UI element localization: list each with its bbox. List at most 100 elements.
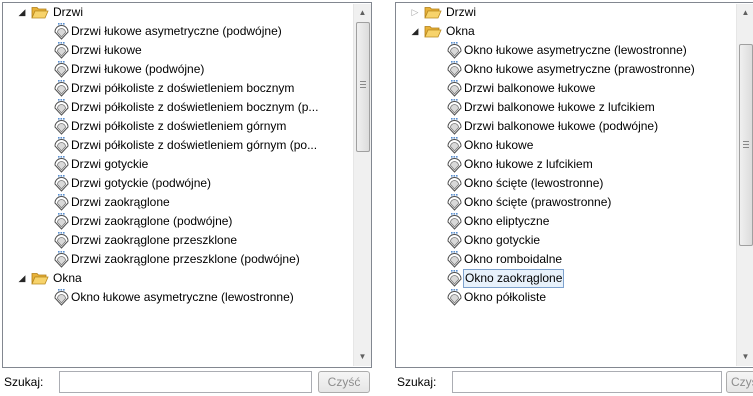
tree-item-row[interactable]: Okno łukowe asymetryczne (lewostronne) [3, 288, 295, 307]
tree-item-row[interactable]: Drzwi balkonowe łukowe [396, 79, 596, 98]
right-panel: ▷ Drzwi ◢ Okna Okno łukowe asymetryczne (lew… [393, 0, 753, 396]
tree-item-row[interactable]: Okno łukowe [396, 136, 534, 155]
tree-item-label: Okno półkoliste [464, 290, 547, 304]
tree-item-row[interactable]: Okno romboidalne [396, 250, 563, 269]
folder-open-icon [31, 5, 49, 20]
search-bar: Szukaj: Czyść [393, 369, 753, 396]
scroll-up-arrow-icon[interactable]: ▲ [354, 4, 371, 21]
arch-shape-icon [53, 41, 70, 60]
tree-item-label: Drzwi zaokrąglone przeszklone [71, 233, 238, 247]
shape-tree[interactable]: ▷ Drzwi ◢ Okna Okno łukowe asymetryczne (lew… [395, 2, 753, 368]
tree-item-label: Drzwi łukowe asymetryczne (podwójne) [71, 24, 282, 38]
arch-shape-icon [53, 136, 70, 155]
arch-shape-icon [446, 288, 463, 307]
tree-item-row[interactable]: Okno ścięte (prawostronne) [396, 193, 612, 212]
tree-item-label: Drzwi zaokrąglone [71, 195, 170, 209]
tree-item-row[interactable]: Drzwi półkoliste z doświetleniem górnym [3, 117, 287, 136]
folder-open-icon [31, 271, 49, 286]
tree-item-row[interactable]: Drzwi gotyckie (podwójne) [3, 174, 212, 193]
tree-item-label: Drzwi półkoliste z doświetleniem bocznym [71, 81, 295, 95]
tree-item-row[interactable]: Drzwi zaokrąglone (podwójne) [3, 212, 233, 231]
tree-item-label: Okno łukowe asymetryczne (lewostronne) [71, 290, 294, 304]
tree-item-row[interactable]: Okno łukowe z lufcikiem [396, 155, 594, 174]
collapsed-triangle-icon[interactable]: ▷ [410, 3, 420, 22]
tree-item-row[interactable]: Drzwi łukowe [3, 41, 143, 60]
arch-shape-icon [53, 212, 70, 231]
tree-item-label: Drzwi gotyckie (podwójne) [71, 176, 212, 190]
tree-item-row[interactable]: Drzwi łukowe asymetryczne (podwójne) [3, 22, 283, 41]
vertical-scrollbar[interactable]: ▲ ▼ [353, 4, 371, 366]
tree-item-label: Drzwi balkonowe łukowe [464, 81, 596, 95]
folder-open-icon [424, 24, 442, 39]
arch-shape-icon [446, 250, 463, 269]
tree-item-label: Okno łukowe z lufcikiem [464, 157, 593, 171]
search-input[interactable] [59, 371, 312, 393]
tree-item-row[interactable]: Okno ścięte (lewostronne) [396, 174, 604, 193]
expanded-triangle-icon[interactable]: ◢ [410, 22, 420, 41]
arch-shape-icon [53, 193, 70, 212]
arch-shape-icon [446, 212, 463, 231]
tree-item-row[interactable]: Okno łukowe asymetryczne (lewostronne) [396, 41, 688, 60]
arch-shape-icon [53, 79, 70, 98]
tree-item-row[interactable]: Drzwi półkoliste z doświetleniem górnym … [3, 136, 318, 155]
tree-folder-label: Drzwi [53, 5, 83, 19]
tree-item-row[interactable]: Drzwi zaokrąglone przeszklone (podwójne) [3, 250, 301, 269]
tree-item-label: Okno zaokrąglone [463, 269, 565, 288]
tree-folder-row[interactable]: ◢ Drzwi [3, 3, 84, 22]
tree-item-row[interactable]: Drzwi gotyckie [3, 155, 149, 174]
arch-shape-icon [446, 98, 463, 117]
tree-item-row[interactable]: Okno zaokrąglone [396, 269, 565, 288]
tree-item-row[interactable]: Okno eliptyczne [396, 212, 550, 231]
tree-item-row[interactable]: Drzwi półkoliste z doświetleniem bocznym… [3, 98, 319, 117]
tree-folder-label: Okna [53, 271, 82, 285]
tree-item-row[interactable]: Drzwi zaokrąglone [3, 193, 171, 212]
arch-shape-icon [446, 155, 463, 174]
tree-item-label: Drzwi półkoliste z doświetleniem górnym … [71, 138, 318, 152]
tree-item-label: Drzwi gotyckie [71, 157, 149, 171]
search-input[interactable] [452, 371, 722, 393]
search-label: Szukaj: [397, 375, 437, 389]
shape-tree[interactable]: ◢ Drzwi Drzwi łukowe asymetryczne (podwójn… [2, 2, 372, 368]
scroll-down-arrow-icon[interactable]: ▼ [737, 348, 753, 365]
tree-item-row[interactable]: Drzwi półkoliste z doświetleniem bocznym [3, 79, 295, 98]
tree-item-label: Okno ścięte (prawostronne) [464, 195, 612, 209]
tree-item-label: Drzwi półkoliste z doświetleniem górnym [71, 119, 287, 133]
tree-item-label: Okno łukowe asymetryczne (prawostronne) [464, 62, 695, 76]
arch-shape-icon [53, 22, 70, 41]
tree-item-row[interactable]: Drzwi balkonowe łukowe (podwójne) [396, 117, 659, 136]
tree-folder-label: Okna [446, 24, 475, 38]
tree-item-label: Drzwi balkonowe łukowe z lufcikiem [464, 100, 655, 114]
arch-shape-icon [53, 174, 70, 193]
arch-shape-icon [53, 98, 70, 117]
arch-shape-icon [446, 231, 463, 250]
tree-item-row[interactable]: Drzwi łukowe (podwójne) [3, 60, 205, 79]
scroll-thumb[interactable] [356, 22, 370, 152]
expanded-triangle-icon[interactable]: ◢ [17, 3, 27, 22]
arch-shape-icon [53, 60, 70, 79]
scroll-up-arrow-icon[interactable]: ▲ [737, 4, 753, 21]
tree-item-row[interactable]: Okno łukowe asymetryczne (prawostronne) [396, 60, 696, 79]
expanded-triangle-icon[interactable]: ◢ [17, 269, 27, 288]
scroll-thumb[interactable] [739, 44, 753, 246]
clear-button[interactable]: Czyść [726, 371, 753, 393]
tree-item-row[interactable]: Drzwi zaokrąglone przeszklone [3, 231, 238, 250]
tree-item-row[interactable]: Okno gotyckie [396, 231, 541, 250]
tree-item-row[interactable]: Okno półkoliste [396, 288, 547, 307]
arch-shape-icon [53, 231, 70, 250]
arch-shape-icon [53, 288, 70, 307]
arch-shape-icon [446, 41, 463, 60]
tree-folder-row[interactable]: ◢ Okna [396, 22, 476, 41]
tree-item-row[interactable]: Drzwi balkonowe łukowe z lufcikiem [396, 98, 656, 117]
tree-folder-row[interactable]: ▷ Drzwi [396, 3, 477, 22]
folder-open-icon [424, 5, 442, 20]
arch-shape-icon [446, 60, 463, 79]
tree-folder-row[interactable]: ◢ Okna [3, 269, 83, 288]
arch-shape-icon [446, 174, 463, 193]
clear-button[interactable]: Czyść [318, 371, 370, 393]
tree-item-label: Drzwi łukowe [71, 43, 142, 57]
tree-item-label: Okno ścięte (lewostronne) [464, 176, 604, 190]
tree-item-label: Okno eliptyczne [464, 214, 550, 228]
scroll-down-arrow-icon[interactable]: ▼ [354, 348, 371, 365]
vertical-scrollbar[interactable]: ▲ ▼ [736, 4, 753, 366]
arch-shape-icon [446, 117, 463, 136]
